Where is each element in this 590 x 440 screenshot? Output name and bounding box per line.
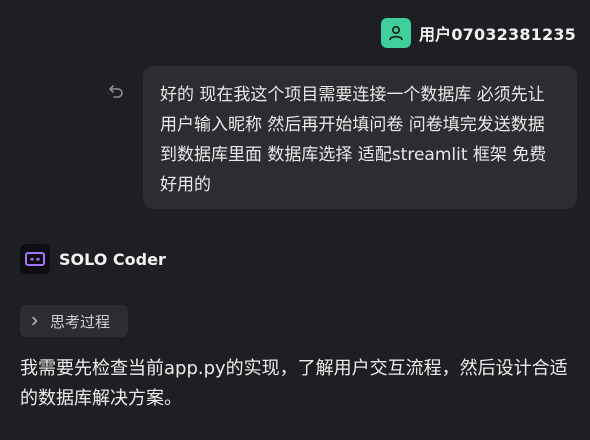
chevron-right-icon (32, 316, 38, 326)
person-icon (389, 25, 403, 41)
undo-icon (109, 85, 123, 98)
assistant-header: SOLO Coder (20, 244, 166, 274)
chat-view: 用户07032381235 好的 现在我这个项目需要连接一个数据库 必须先让用户… (0, 0, 590, 440)
bot-icon (25, 252, 45, 266)
user-avatar (380, 18, 411, 48)
thinking-toggle[interactable]: 思考过程 (20, 305, 128, 337)
assistant-name: SOLO Coder (59, 249, 166, 269)
assistant-logo (20, 244, 50, 274)
assistant-response: 我需要先检查当前app.py的实现，了解用户交互流程，然后设计合适的数据库解决方… (20, 354, 580, 414)
user-header: 用户07032381235 (380, 18, 576, 48)
thinking-label: 思考过程 (50, 312, 111, 331)
user-message-bubble: 好的 现在我这个项目需要连接一个数据库 必须先让用户输入昵称 然后再开始填问卷 … (143, 66, 577, 209)
user-message-text: 好的 现在我这个项目需要连接一个数据库 必须先让用户输入昵称 然后再开始填问卷 … (160, 85, 547, 195)
assistant-response-text: 我需要先检查当前app.py的实现，了解用户交互流程，然后设计合适的数据库解决方… (20, 358, 568, 409)
username: 用户07032381235 (418, 25, 576, 44)
undo-button[interactable] (106, 82, 126, 102)
